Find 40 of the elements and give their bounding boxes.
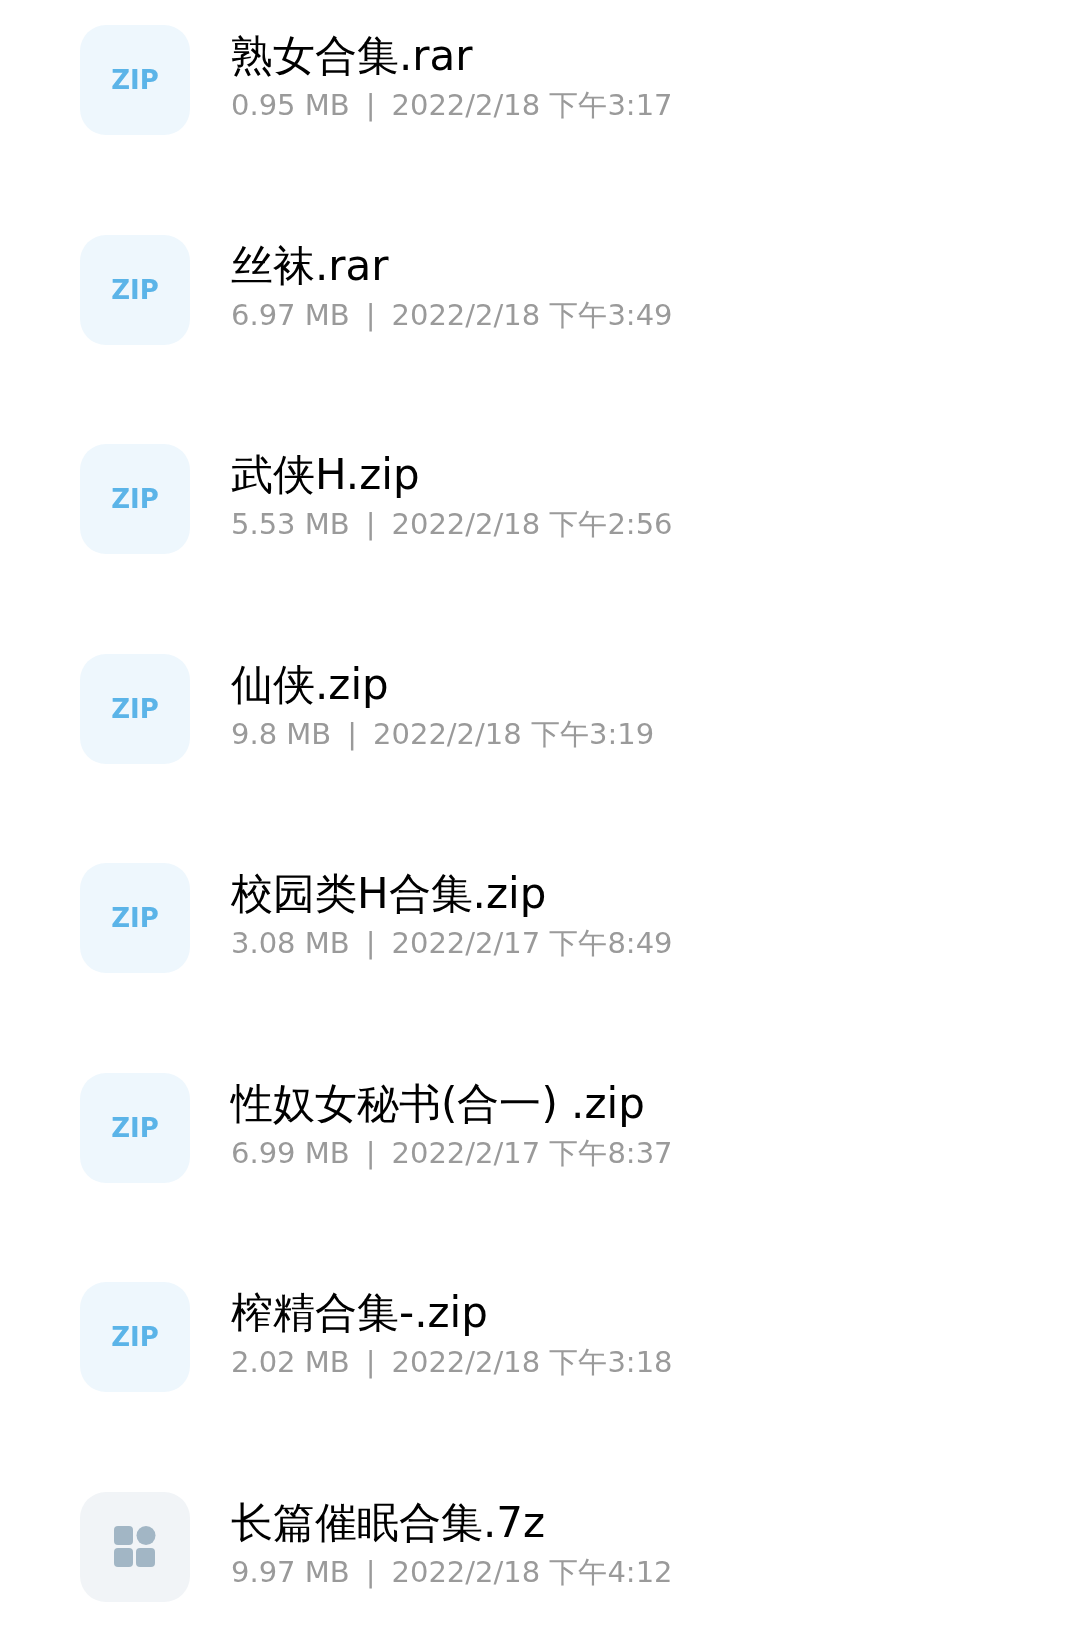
file-date: 2022/2/17 下午8:49	[391, 925, 673, 962]
zip-file-icon: ZIP	[80, 444, 190, 554]
zip-file-icon: ZIP	[80, 863, 190, 973]
file-name[interactable]: 丝袜.rar	[231, 238, 673, 293]
file-date: 2022/2/18 下午3:19	[373, 715, 655, 753]
file-date: 2022/2/18 下午3:17	[391, 87, 673, 124]
file-name[interactable]: 长篇催眠合集.7z	[231, 1495, 673, 1550]
zip-file-icon: ZIP	[80, 653, 190, 764]
file-date: 2022/2/18 下午4:12	[391, 1553, 673, 1591]
file-date: 2022/2/17 下午8:37	[391, 1134, 673, 1172]
file-size: 6.97 MB	[231, 296, 350, 334]
archive-file-icon	[80, 1491, 190, 1602]
file-name[interactable]: 仙侠.zip	[231, 657, 655, 712]
file-size: 5.53 MB	[231, 506, 350, 543]
zip-file-icon: ZIP	[80, 234, 190, 345]
zip-file-icon: ZIP	[80, 25, 190, 135]
file-date: 2022/2/18 下午2:56	[391, 506, 673, 543]
file-name[interactable]: 武侠H.zip	[231, 448, 673, 502]
file-size: 9.97 MB	[231, 1553, 350, 1591]
file-size: 6.99 MB	[231, 1134, 350, 1172]
separator: |	[365, 506, 376, 543]
separator: |	[365, 925, 376, 962]
file-name[interactable]: 熟女合集.rar	[231, 29, 673, 83]
separator: |	[365, 1553, 376, 1591]
zip-file-icon: ZIP	[80, 1072, 190, 1183]
file-name[interactable]: 校园类H合集.zip	[231, 867, 673, 921]
file-name[interactable]: 榨精合集-.zip	[231, 1286, 673, 1340]
file-size: 9.8 MB	[231, 715, 332, 753]
file-size: 0.95 MB	[231, 87, 350, 124]
separator: |	[365, 1134, 376, 1172]
file-date: 2022/2/18 下午3:49	[391, 296, 673, 334]
separator: |	[365, 296, 376, 334]
separator: |	[365, 1344, 376, 1381]
zip-file-icon: ZIP	[80, 1282, 190, 1392]
file-name[interactable]: 性奴女秘书(合一) .zip	[231, 1076, 673, 1131]
separator: |	[347, 715, 358, 753]
file-size: 2.02 MB	[231, 1344, 350, 1381]
file-size: 3.08 MB	[231, 925, 350, 962]
file-date: 2022/2/18 下午3:18	[391, 1344, 673, 1381]
separator: |	[365, 87, 376, 124]
